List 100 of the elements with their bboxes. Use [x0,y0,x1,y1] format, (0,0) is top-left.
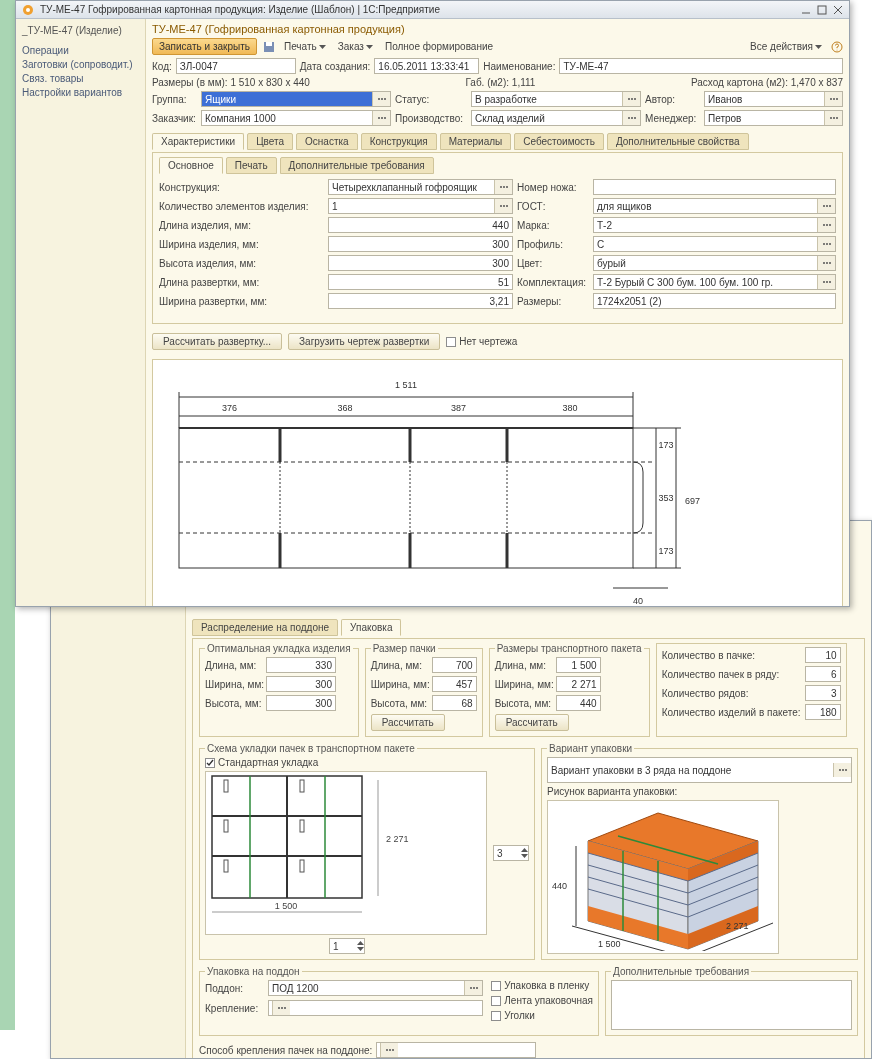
select-button[interactable] [833,763,851,777]
tab[interactable]: Оснастка [296,133,358,150]
save-close-button[interactable]: Записать и закрыть [152,38,257,55]
tab[interactable]: Материалы [439,133,512,150]
tab[interactable]: Печать [225,157,277,174]
input-field[interactable]: 1724х2051 (2) [593,293,836,309]
input-field[interactable]: Четырехклапанный гофроящик [328,179,513,195]
checkbox[interactable]: Стандартная укладка [205,757,529,768]
input-field[interactable]: Склад изделий [471,110,641,126]
spin-arrows-icon[interactable] [357,941,364,951]
input-field[interactable]: С [593,236,836,252]
input-field[interactable]: 16.05.2011 13:33:41 [374,58,480,74]
nav-link[interactable]: Операции [22,45,139,56]
tab[interactable]: Конструкция [360,133,437,150]
menu-button[interactable]: Печать [280,40,329,53]
input-field[interactable]: В разработке [471,91,641,107]
input-field[interactable]: 300 [328,236,513,252]
select-button[interactable] [494,199,512,213]
input-field[interactable]: 300 [266,695,336,711]
nav-link[interactable]: Настройки вариантов [22,87,139,98]
input-field[interactable]: 300 [266,676,336,692]
all-actions-button[interactable]: Все действия [747,40,825,53]
input-field[interactable]: 68 [431,695,477,711]
input-field[interactable]: 1 [328,198,513,214]
tab[interactable]: Дополнительные требования [279,157,434,174]
select-button[interactable] [464,981,483,995]
group-title: Размеры транспортного пакета [495,643,643,654]
input-field[interactable]: ПОД 1200 [268,980,484,996]
input-field[interactable]: 440 [328,217,513,233]
checkbox[interactable]: Упаковка в пленку [491,980,593,991]
input-field[interactable]: Петров [704,110,843,126]
input-field[interactable]: Т-2 Бурый С 300 бум. 100 бум. 100 гр. [593,274,836,290]
select-button[interactable] [622,92,640,106]
select-button[interactable] [817,237,835,251]
input-field[interactable] [268,1000,484,1016]
input-field[interactable]: 10 [804,647,841,663]
input-field[interactable]: 330 [266,657,336,673]
help-icon[interactable] [831,40,843,53]
input-field[interactable]: Иванов [704,91,843,107]
tab[interactable]: Характеристики [152,133,245,150]
maximize-icon[interactable] [817,4,827,15]
select-button[interactable] [817,275,835,289]
input-field[interactable] [593,179,836,195]
select-button[interactable] [817,218,835,232]
tab[interactable]: Цвета [247,133,293,150]
action-button[interactable]: Рассчитать развертку... [152,333,283,350]
tab[interactable]: Основное [159,157,223,174]
input-field[interactable]: для ящиков [593,198,836,214]
tab[interactable]: Упаковка [341,619,402,636]
input-field[interactable]: 700 [431,657,477,673]
select-button[interactable] [824,92,842,106]
action-button[interactable]: Загрузить чертеж развертки [288,333,441,350]
select-button[interactable] [622,111,640,125]
checkbox[interactable]: Уголки [491,1010,593,1021]
input-field[interactable] [376,1042,537,1058]
input-field[interactable]: 457 [431,676,477,692]
select-button[interactable] [494,180,512,194]
tab[interactable]: Себестоимость [514,133,604,150]
input-field[interactable]: 180 [804,704,841,720]
spin-field[interactable]: 1 [329,938,365,954]
input-field[interactable]: 51 [328,274,513,290]
select-button[interactable] [817,256,835,270]
close-icon[interactable] [833,4,843,15]
tab[interactable]: Дополнительные свойства [606,133,749,150]
input-field[interactable]: Т-2 [593,217,836,233]
input-field[interactable]: 3 [804,685,841,701]
calculate-button[interactable]: Рассчитать [494,714,569,731]
more-icon [821,280,832,284]
checkbox[interactable]: Лента упаковочная [491,995,593,1006]
input-field[interactable]: 2 271 [555,676,601,692]
select-button[interactable] [380,1043,399,1057]
input-field[interactable]: Ящики [201,91,391,107]
spin-field[interactable]: 3 [493,845,529,861]
field-label: Конструкция: [159,181,221,193]
input-field[interactable]: 440 [555,695,601,711]
select-button[interactable] [824,111,842,125]
command-button[interactable]: Полное формирование [381,40,497,53]
menu-button[interactable]: Заказ [334,40,376,53]
input-field[interactable]: 6 [804,666,841,682]
tab[interactable]: Распределение на поддоне [192,619,339,636]
nav-link[interactable]: Связ. товары [22,73,139,84]
text-area[interactable] [611,980,852,1030]
input-field[interactable]: 300 [328,255,513,271]
group-title: Размер пачки [371,643,437,654]
checkbox[interactable]: Нет чертежа [446,336,518,347]
input-field[interactable]: Компания 1000 [201,110,391,126]
select-button[interactable] [272,1001,290,1015]
nav-link[interactable]: Заготовки (сопроводит.) [22,59,139,70]
save-icon[interactable] [262,40,275,53]
calculate-button[interactable]: Рассчитать [370,714,445,731]
select-button[interactable] [372,92,390,106]
input-field[interactable]: 3,21 [328,293,513,309]
input-field[interactable]: бурый [593,255,836,271]
input-field[interactable]: ЗЛ-0047 [175,58,296,74]
input-field[interactable]: Вариант упаковки в 3 ряда на поддоне [547,757,852,783]
select-button[interactable] [372,111,390,125]
input-field[interactable]: ТУ-МЕ-47 [559,58,843,74]
select-button[interactable] [817,199,835,213]
input-field[interactable]: 1 500 [555,657,601,673]
spin-arrows-icon[interactable] [521,848,528,858]
